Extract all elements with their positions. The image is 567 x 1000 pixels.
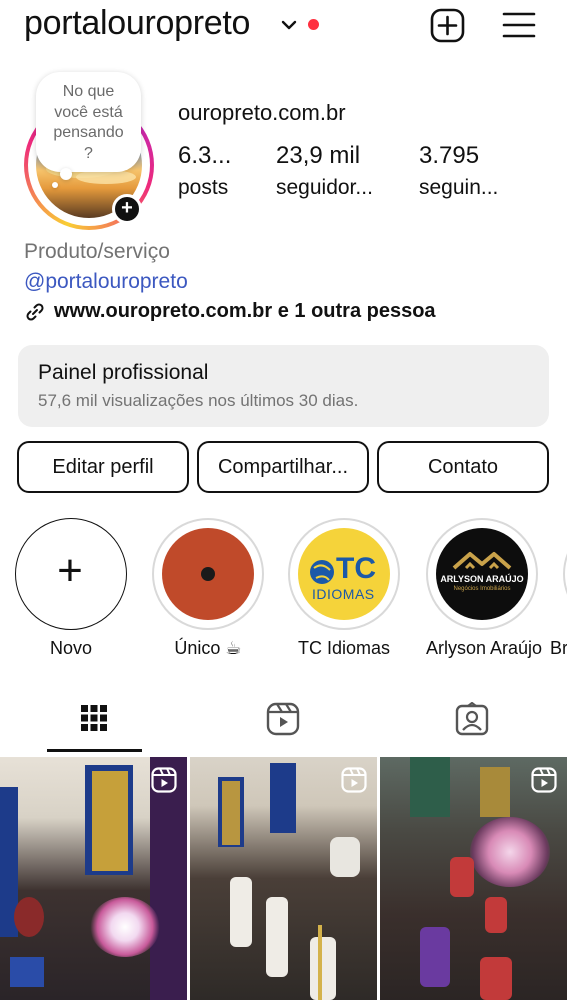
note-line: pensando	[53, 124, 124, 141]
edit-profile-button[interactable]: Editar perfil	[17, 441, 189, 493]
highlight-label: Único ☕	[174, 638, 242, 658]
stat-number: 6.3...	[178, 142, 232, 169]
reel-icon	[531, 767, 557, 793]
tab-posts[interactable]	[0, 700, 189, 754]
dashboard-subtitle: 57,6 mil visualizações nos últimos 30 di…	[38, 391, 359, 410]
highlight-cover	[162, 528, 254, 620]
profile-tabs	[0, 700, 567, 754]
links-text: www.ouropreto.com.br e 1 outra pessoa	[54, 300, 436, 322]
threads-handle-link[interactable]: @portalouropreto	[24, 270, 188, 294]
chevron-down-icon[interactable]	[280, 16, 298, 34]
plus-icon: +	[57, 546, 83, 595]
notification-dot	[308, 19, 319, 30]
reels-icon	[266, 702, 300, 736]
highlight-label: Arlyson Araújo	[426, 638, 543, 658]
tab-tagged[interactable]	[378, 700, 567, 754]
note-line: No que	[62, 83, 115, 100]
highlight-tc-idiomas[interactable]: TC IDIOMAS TC Idiomas	[288, 518, 400, 659]
professional-dashboard[interactable]: Painel profissional 57,6 mil visualizaçõ…	[18, 345, 549, 427]
reel-icon	[151, 767, 177, 793]
link-icon	[26, 302, 44, 321]
note-tail	[52, 182, 58, 188]
reel-icon	[341, 767, 367, 793]
highlight-label: Novo	[49, 638, 93, 658]
grid-post[interactable]	[0, 757, 187, 1000]
tc-logo-sub: IDIOMAS	[312, 586, 375, 602]
grid-icon	[81, 705, 107, 731]
grid-post[interactable]	[190, 757, 377, 1000]
stat-following[interactable]: 3.795 seguin...	[419, 142, 498, 200]
highlight-unico[interactable]: Único ☕	[152, 518, 264, 659]
add-story-icon[interactable]: +	[112, 194, 142, 224]
share-profile-button[interactable]: Compartilhar...	[197, 441, 369, 493]
arlyson-logo-text: ARLYSON ARAÚJO	[440, 574, 524, 584]
tagged-icon	[455, 702, 489, 736]
top-bar: portalouropreto	[0, 0, 567, 58]
highlight-arlyson-araujo[interactable]: ARLYSON ARAÚJO Negócios Imobiliários Arl…	[426, 518, 543, 659]
menu-icon[interactable]	[502, 10, 536, 40]
profile-links[interactable]: www.ouropreto.com.br e 1 outra pessoa	[24, 300, 436, 323]
note-bubble[interactable]: No que você está pensando ?	[36, 72, 141, 172]
active-tab-indicator	[47, 749, 142, 752]
stat-posts[interactable]: 6.3... posts	[178, 142, 231, 200]
grid-post[interactable]	[380, 757, 567, 1000]
stat-followers[interactable]: 23,9 mil seguidor...	[276, 142, 373, 200]
tc-logo-text: TC	[336, 552, 376, 585]
profile-display-site: ouropreto.com.br	[178, 100, 346, 125]
highlight-new[interactable]: + Novo	[15, 518, 127, 659]
dashboard-title: Painel profissional	[38, 361, 209, 384]
highlight-partial[interactable]	[563, 518, 567, 630]
contact-button[interactable]: Contato	[377, 441, 549, 493]
stat-label: seguidor...	[276, 176, 373, 199]
username-switcher[interactable]: portalouropreto	[24, 4, 250, 43]
highlight-label: TC Idiomas	[297, 638, 391, 658]
note-line: ?	[84, 144, 93, 162]
create-icon[interactable]	[430, 8, 465, 43]
arlyson-logo-sub: Negócios Imobiliários	[453, 586, 511, 592]
stat-number: 23,9 mil	[276, 142, 361, 169]
arlyson-logo: ARLYSON ARAÚJO Negócios Imobiliários	[436, 528, 528, 620]
profile-category: Produto/serviço	[24, 240, 170, 263]
highlight-cover	[563, 518, 567, 630]
posts-grid	[0, 757, 567, 1000]
tc-idiomas-logo: TC IDIOMAS	[298, 528, 390, 620]
highlight-label-partial: Br	[550, 638, 567, 658]
note-line: você está	[54, 103, 123, 121]
tab-reels[interactable]	[189, 700, 378, 754]
stat-label: posts	[178, 176, 229, 199]
note-tail	[60, 168, 72, 180]
stat-number: 3.795	[419, 142, 480, 169]
stat-label: seguin...	[419, 176, 499, 199]
